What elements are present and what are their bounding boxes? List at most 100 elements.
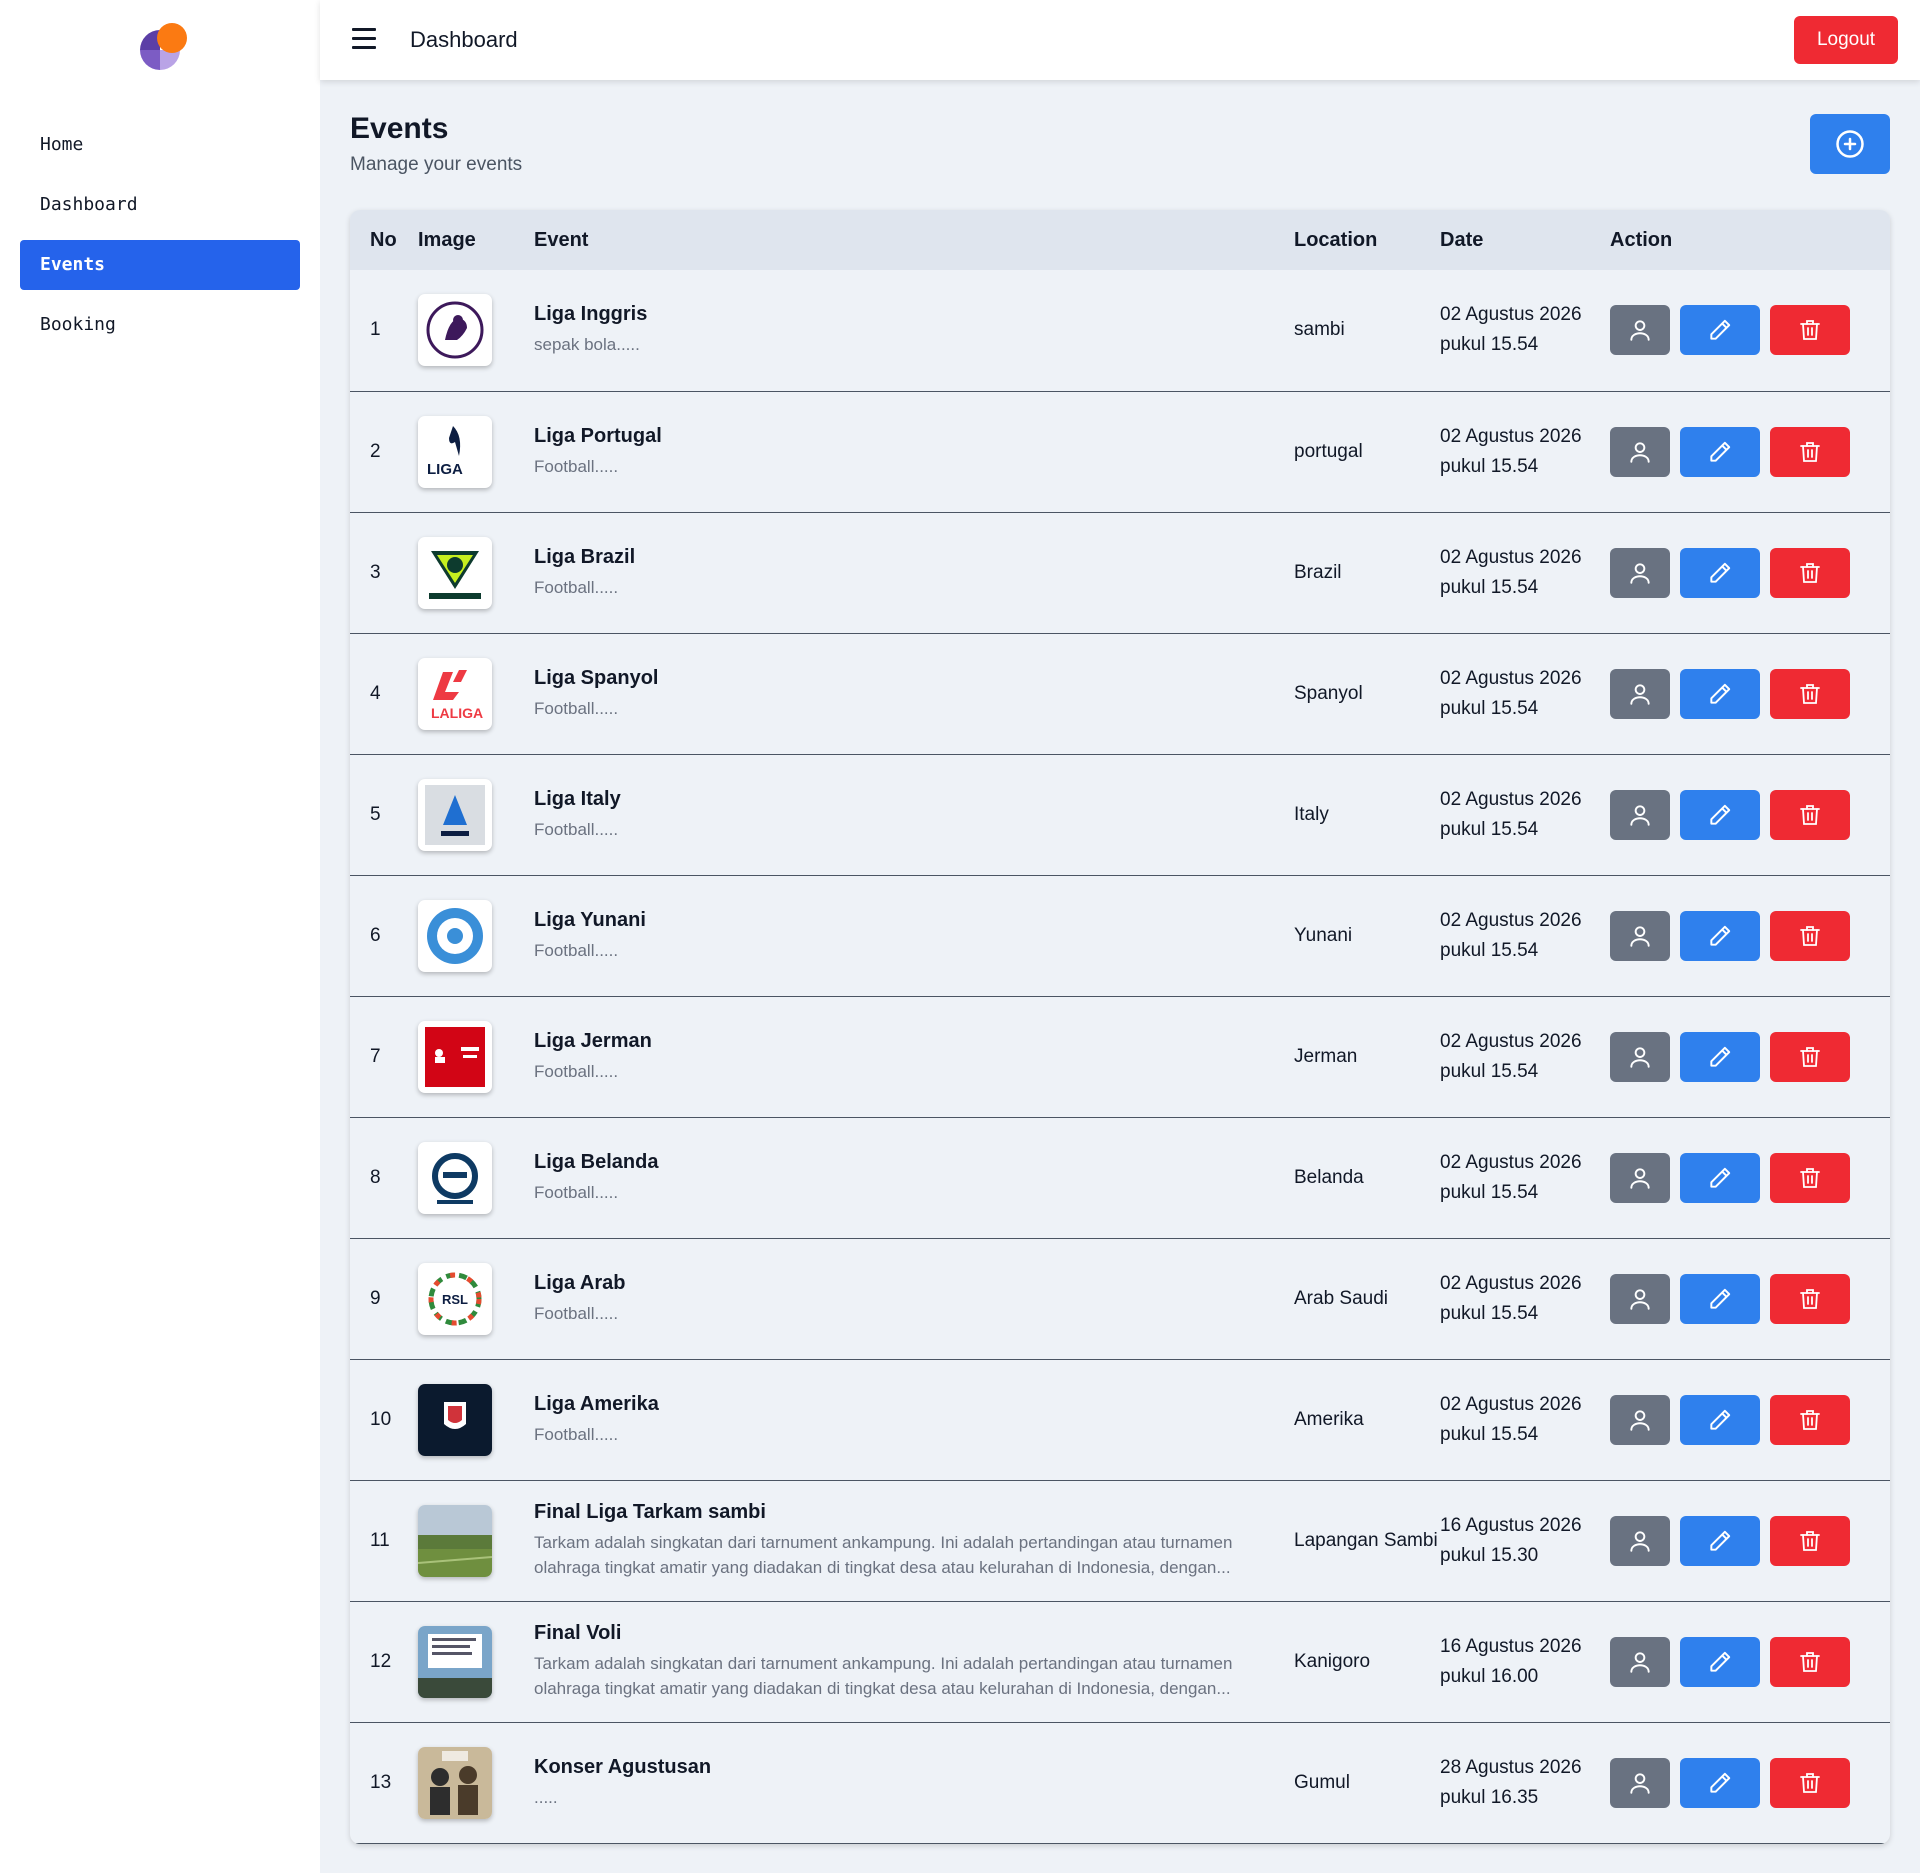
view-participants-button[interactable] [1610, 305, 1670, 356]
sidebar: Home Dashboard Events Booking [0, 0, 320, 1873]
edit-event-button[interactable] [1680, 668, 1760, 719]
event-description: ..... [534, 1787, 558, 1807]
event-location: Belanda [1294, 1166, 1364, 1188]
row-actions [1610, 910, 1890, 961]
pencil-icon [1710, 1409, 1731, 1430]
delete-event-button[interactable] [1770, 1757, 1850, 1808]
trash-icon [1800, 1167, 1820, 1188]
pencil-icon [1710, 1651, 1731, 1672]
event-location: Gumul [1294, 1771, 1350, 1793]
row-actions [1610, 668, 1890, 719]
header-no: No [370, 228, 397, 251]
table-row: 13 Konser Agustusan ..... Gumul 28 Agust… [350, 1722, 1890, 1843]
pencil-icon [1710, 1288, 1731, 1309]
user-icon [1630, 320, 1650, 341]
event-date: 02 Agustus 2026 pukul 15.54 [1440, 1393, 1582, 1445]
delete-event-button[interactable] [1770, 547, 1850, 598]
event-image[interactable]: LIGA [418, 415, 492, 488]
edit-event-button[interactable] [1680, 1273, 1760, 1324]
event-image[interactable] [418, 1504, 492, 1577]
row-number: 4 [370, 682, 381, 704]
delete-event-button[interactable] [1770, 1273, 1850, 1324]
event-image[interactable] [418, 1746, 492, 1819]
trash-icon [1800, 1046, 1820, 1067]
view-participants-button[interactable] [1610, 547, 1670, 598]
event-name: Liga Italy [534, 787, 621, 810]
view-participants-button[interactable] [1610, 1515, 1670, 1566]
trash-icon [1800, 1288, 1820, 1309]
view-participants-button[interactable] [1610, 910, 1670, 961]
edit-event-button[interactable] [1680, 1152, 1760, 1203]
event-image[interactable]: RSL [418, 1262, 492, 1335]
view-participants-button[interactable] [1610, 789, 1670, 840]
delete-event-button[interactable] [1770, 789, 1850, 840]
menu-toggle-icon[interactable] [352, 28, 376, 50]
event-date: 02 Agustus 2026 pukul 15.54 [1440, 425, 1582, 477]
app-logo[interactable] [130, 20, 190, 80]
table-row: 3 Liga Brazil Football..... Brazil 02 Ag… [350, 512, 1890, 633]
pencil-icon [1710, 441, 1731, 462]
event-description: Football..... [534, 1424, 619, 1444]
edit-event-button[interactable] [1680, 1515, 1760, 1566]
event-location: Italy [1294, 803, 1329, 825]
edit-event-button[interactable] [1680, 789, 1760, 840]
page-subtitle: Manage your events [350, 154, 523, 175]
header-action: Action [1610, 228, 1673, 251]
table-row: 5 Liga Italy Football..... Italy 02 Agus… [350, 754, 1890, 875]
edit-event-button[interactable] [1680, 1394, 1760, 1445]
edit-event-button[interactable] [1680, 1636, 1760, 1687]
event-location: Spanyol [1294, 682, 1363, 704]
delete-event-button[interactable] [1770, 1152, 1850, 1203]
edit-event-button[interactable] [1680, 1757, 1760, 1808]
view-participants-button[interactable] [1610, 1394, 1670, 1445]
row-actions [1610, 1031, 1890, 1082]
delete-event-button[interactable] [1770, 668, 1850, 719]
delete-event-button[interactable] [1770, 910, 1850, 961]
sidebar-item-dashboard[interactable]: Dashboard [20, 180, 300, 230]
sidebar-item-booking[interactable]: Booking [20, 300, 300, 350]
event-image[interactable] [418, 778, 492, 851]
delete-event-button[interactable] [1770, 1394, 1850, 1445]
edit-event-button[interactable] [1680, 426, 1760, 477]
view-participants-button[interactable] [1610, 1757, 1670, 1808]
logout-button[interactable]: Logout [1794, 16, 1898, 64]
trash-icon [1800, 320, 1820, 341]
row-actions [1610, 1515, 1890, 1566]
delete-event-button[interactable] [1770, 426, 1850, 477]
event-date: 16 Agustus 2026 pukul 15.30 [1440, 1514, 1582, 1566]
row-actions [1610, 547, 1890, 598]
edit-event-button[interactable] [1680, 910, 1760, 961]
event-image[interactable] [418, 1383, 492, 1456]
view-participants-button[interactable] [1610, 426, 1670, 477]
view-participants-button[interactable] [1610, 1152, 1670, 1203]
event-image[interactable] [418, 1020, 492, 1093]
pencil-icon [1710, 804, 1731, 825]
view-participants-button[interactable] [1610, 1273, 1670, 1324]
event-image[interactable] [418, 536, 492, 609]
delete-event-button[interactable] [1770, 1636, 1850, 1687]
view-participants-button[interactable] [1610, 1636, 1670, 1687]
sidebar-item-events[interactable]: Events [20, 240, 300, 290]
event-image[interactable] [418, 294, 492, 367]
table-row: 8 Liga Belanda Football..... Belanda 02 … [350, 1117, 1890, 1238]
delete-event-button[interactable] [1770, 1031, 1850, 1082]
view-participants-button[interactable] [1610, 668, 1670, 719]
add-event-button[interactable] [1810, 114, 1890, 174]
event-location: Jerman [1294, 1045, 1358, 1067]
event-image[interactable] [418, 899, 492, 972]
edit-event-button[interactable] [1680, 547, 1760, 598]
row-number: 3 [370, 561, 381, 583]
event-image[interactable] [418, 1625, 492, 1698]
delete-event-button[interactable] [1770, 1515, 1850, 1566]
pencil-icon [1710, 1530, 1731, 1551]
event-image[interactable] [418, 1141, 492, 1214]
table-row: 1 Liga Inggris sepak bola..... sambi 02 … [350, 270, 1890, 391]
view-participants-button[interactable] [1610, 1031, 1670, 1082]
sidebar-item-home[interactable]: Home [20, 120, 300, 170]
event-image[interactable]: LALIGA [418, 657, 492, 730]
user-icon [1630, 683, 1650, 705]
row-actions [1610, 1152, 1890, 1203]
edit-event-button[interactable] [1680, 1031, 1760, 1082]
delete-event-button[interactable] [1770, 305, 1850, 356]
edit-event-button[interactable] [1680, 305, 1760, 356]
